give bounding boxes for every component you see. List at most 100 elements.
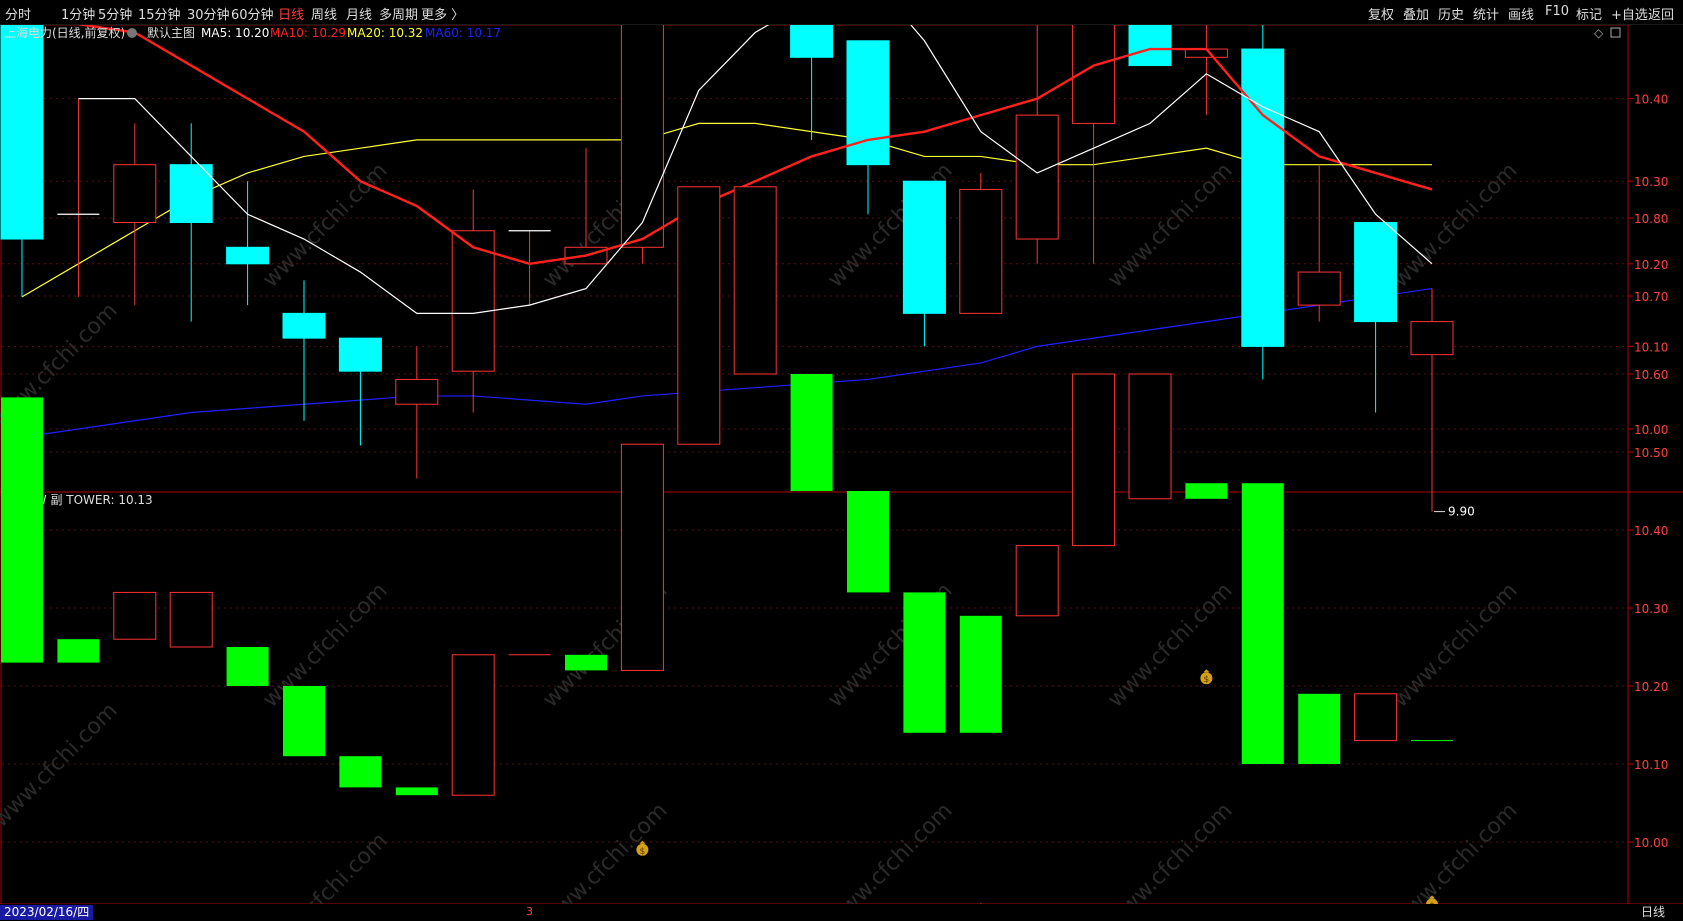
- time-marker: 3: [526, 905, 533, 918]
- tower-bar-up: [113, 591, 157, 640]
- tower-bar-down: [1, 397, 43, 663]
- watermark-text: www.cfchi.com: [1388, 158, 1522, 292]
- candle-body: [1297, 271, 1341, 306]
- tower-bar-up: [169, 591, 213, 648]
- period-tab-0[interactable]: 分时: [5, 4, 31, 23]
- tower-bar-up: [620, 443, 664, 671]
- period-tab-10[interactable]: 更多 〉: [421, 4, 464, 23]
- candle-body: [1354, 222, 1398, 323]
- toolbar-button-0[interactable]: 复权: [1368, 4, 1394, 23]
- candle-body: [282, 312, 326, 339]
- status-bar: [0, 904, 1683, 921]
- period-tab-3[interactable]: 15分钟: [138, 4, 181, 23]
- main-y-tick-label: 10.10: [1634, 340, 1668, 354]
- toolbar-button-4[interactable]: 画线: [1508, 4, 1534, 23]
- stock-title: 上海电力(日线,前复权): [4, 25, 125, 40]
- watermark-text: www.cfchi.com: [1388, 578, 1522, 712]
- sub-y-tick-label: 10.00: [1634, 836, 1668, 850]
- sub-y-tick-label: 10.10: [1634, 758, 1668, 772]
- tower-bar-down: [57, 639, 100, 663]
- tower-bar-down: [790, 374, 833, 491]
- tower-bar-up: [451, 654, 495, 796]
- toolbar-button-6[interactable]: 标记: [1576, 4, 1602, 23]
- candle-body: [620, 7, 664, 248]
- template-dropdown-icon: [127, 28, 137, 38]
- candle-body: [902, 180, 946, 314]
- candle-body: [1410, 321, 1454, 356]
- sub-y-tick-label: 10.80: [1634, 212, 1668, 226]
- money-bag-symbol: $: [1204, 675, 1210, 685]
- stock-chart[interactable]: www.cfchi.com www.cfchi.com www.cfchi.com w…: [0, 0, 1683, 921]
- tower-bar-up: [677, 186, 721, 445]
- tower-bar-down: [283, 686, 325, 757]
- tower-bar-up: [1128, 373, 1172, 500]
- low-price-label: 9.90: [1448, 505, 1475, 519]
- sub-y-tick-label: 10.60: [1634, 368, 1668, 382]
- tower-bar-down: [1185, 483, 1228, 499]
- period-tab-1[interactable]: 1分钟: [61, 4, 95, 23]
- period-indicator[interactable]: 日线: [1641, 905, 1665, 920]
- toolbar-button-3[interactable]: 统计: [1473, 4, 1499, 23]
- period-tab-5[interactable]: 60分钟: [231, 4, 274, 23]
- ma60-line: [21, 287, 1433, 438]
- main-y-tick-label: 10.40: [1634, 93, 1668, 107]
- ma-indicator-label: MA10: 10.29: [270, 26, 346, 40]
- ma-indicator-label: MA20: 10.32: [347, 26, 423, 40]
- tower-bar-down: [959, 615, 1002, 733]
- sub-y-tick-label: 10.30: [1634, 602, 1668, 616]
- watermark-text: www.cfchi.com: [538, 798, 672, 921]
- main-y-tick-label: 10.20: [1634, 258, 1668, 272]
- tower-bar-down: [395, 787, 438, 796]
- toolbar-button-8[interactable]: 返回: [1648, 4, 1674, 23]
- period-tab-2[interactable]: 5分钟: [98, 4, 132, 23]
- watermark-text: www.cfchi.com: [0, 698, 123, 832]
- candle-body: [226, 246, 270, 265]
- sub-y-tick-label: 10.50: [1634, 446, 1668, 460]
- ma20-line: [21, 122, 1432, 298]
- watermark-text: www.cfchi.com: [823, 798, 957, 921]
- toolbar-button-2[interactable]: 历史: [1438, 4, 1464, 23]
- sub-y-tick-label: 10.20: [1634, 680, 1668, 694]
- tower-bar-down: [903, 592, 946, 733]
- tower-bar-down: [565, 654, 607, 671]
- candle-body: [1015, 114, 1059, 240]
- sub-y-tick-label: 10.40: [1634, 524, 1668, 538]
- watermark-text: www.cfchi.com: [258, 158, 392, 292]
- watermark-text: www.cfchi.com: [258, 578, 392, 712]
- candle-body: [1241, 48, 1285, 347]
- money-bag-knot: [1203, 669, 1210, 673]
- main-y-tick-label: 10.00: [1634, 423, 1668, 437]
- watermark-text: www.cfchi.com: [1103, 578, 1237, 712]
- money-bag-symbol: $: [640, 847, 646, 857]
- period-tab-7[interactable]: 周线: [311, 4, 337, 23]
- watermark-text: www.cfchi.com: [1388, 798, 1522, 921]
- candle-body: [338, 337, 382, 372]
- period-tab-6[interactable]: 日线: [278, 4, 304, 23]
- watermark-text: www.cfchi.com: [1103, 798, 1237, 921]
- candle-body: [846, 40, 890, 166]
- period-tab-9[interactable]: 多周期: [379, 4, 418, 23]
- candle-body: [113, 164, 157, 223]
- candle-body: [395, 378, 439, 405]
- ma-indicator-label: MA5: 10.20: [201, 26, 269, 40]
- tower-bar-down: [226, 647, 269, 686]
- toolbar-button-5[interactable]: F10: [1545, 4, 1569, 19]
- candle-body: [169, 164, 213, 223]
- period-tab-4[interactable]: 30分钟: [187, 4, 230, 23]
- tower-bar-down: [339, 756, 382, 788]
- template-label: 默认主图: [147, 25, 195, 40]
- expand-panel-icon: [1610, 27, 1621, 38]
- tower-bar-up: [1354, 693, 1398, 742]
- ma-indicator-label: MA60: 10.17: [425, 26, 501, 40]
- toolbar-button-7[interactable]: +自选: [1611, 4, 1648, 23]
- period-toolbar: 分时 1分钟 5分钟 15分钟 30分钟 60分钟 日线 周线 月线 多周期 更多 〉 复权 叠加 历史统…: [0, 0, 1683, 25]
- period-tab-8[interactable]: 月线: [346, 4, 372, 23]
- tower-bar-up: [733, 186, 777, 375]
- watermark-text: www.cfchi.com: [1103, 158, 1237, 292]
- diamond-icon: ◇: [1594, 26, 1604, 40]
- sub-y-tick-label: 10.70: [1634, 290, 1668, 304]
- toolbar-button-1[interactable]: 叠加: [1403, 4, 1429, 23]
- tower-bar-down: [847, 491, 889, 593]
- tower-bar-up: [1015, 545, 1059, 617]
- tower-bar-up: [1072, 373, 1116, 547]
